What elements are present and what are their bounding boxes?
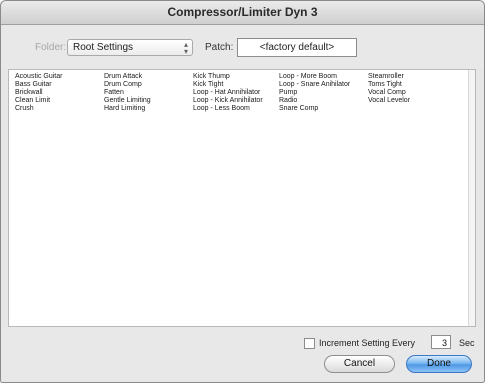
preset-item[interactable]: Loop - Hat Annihilator bbox=[193, 89, 263, 97]
stepper-arrows-icon: ▴ ▾ bbox=[183, 40, 188, 56]
seconds-unit-label: Sec bbox=[459, 338, 475, 348]
preset-column-2: Drum Attack Drum Comp Fatten Gentle Limi… bbox=[104, 73, 151, 113]
preset-item[interactable]: Loop - Less Boom bbox=[193, 105, 263, 113]
toolbar: Folder: Root Settings ▴ ▾ Patch: <factory… bbox=[1, 25, 484, 69]
dialog-footer: Increment Setting Every 3 Sec Cancel Don… bbox=[1, 327, 484, 382]
done-button[interactable]: Done bbox=[406, 355, 472, 373]
preset-item[interactable]: Clean Limit bbox=[15, 97, 62, 105]
compressor-limiter-window: Compressor/Limiter Dyn 3 Folder: Root Se… bbox=[0, 0, 485, 383]
preset-item[interactable]: Vocal Levelor bbox=[368, 97, 410, 105]
preset-item[interactable]: Crush bbox=[15, 105, 62, 113]
patch-field[interactable]: <factory default> bbox=[237, 38, 357, 57]
preset-item[interactable]: Brickwall bbox=[15, 89, 62, 97]
increment-label: Increment Setting Every bbox=[319, 338, 416, 348]
preset-item[interactable]: Bass Guitar bbox=[15, 81, 62, 89]
preset-item[interactable]: Hard Limiting bbox=[104, 105, 151, 113]
window-title: Compressor/Limiter Dyn 3 bbox=[1, 1, 484, 25]
preset-item[interactable]: Pump bbox=[279, 89, 350, 97]
preset-item[interactable]: Toms Tight bbox=[368, 81, 410, 89]
preset-item[interactable]: Radio bbox=[279, 97, 350, 105]
vertical-scrollbar[interactable] bbox=[468, 70, 475, 326]
preset-item[interactable]: Kick Tight bbox=[193, 81, 263, 89]
preset-item[interactable]: Drum Attack bbox=[104, 73, 151, 81]
preset-column-5: Steamroller Toms Tight Vocal Comp Vocal … bbox=[368, 73, 410, 105]
preset-item[interactable]: Gentle Limiting bbox=[104, 97, 151, 105]
preset-list: Acoustic Guitar Bass Guitar Brickwall Cl… bbox=[8, 69, 476, 327]
patch-label: Patch: bbox=[205, 42, 234, 53]
seconds-field[interactable]: 3 bbox=[431, 335, 451, 349]
preset-column-3: Kick Thump Kick Tight Loop - Hat Annihil… bbox=[193, 73, 263, 113]
preset-item[interactable]: Vocal Comp bbox=[368, 89, 410, 97]
preset-item[interactable]: Steamroller bbox=[368, 73, 410, 81]
preset-item[interactable]: Snare Comp bbox=[279, 105, 350, 113]
folder-select-value: Root Settings bbox=[73, 42, 134, 53]
folder-label: Folder: bbox=[35, 42, 67, 53]
preset-item[interactable]: Acoustic Guitar bbox=[15, 73, 62, 81]
preset-item[interactable]: Fatten bbox=[104, 89, 151, 97]
preset-item[interactable]: Drum Comp bbox=[104, 81, 151, 89]
preset-item[interactable]: Kick Thump bbox=[193, 73, 263, 81]
preset-column-4: Loop - More Boom Loop - Snare Anihilator… bbox=[279, 73, 350, 113]
preset-column-1: Acoustic Guitar Bass Guitar Brickwall Cl… bbox=[15, 73, 62, 113]
preset-item[interactable]: Loop - Snare Anihilator bbox=[279, 81, 350, 89]
cancel-button[interactable]: Cancel bbox=[324, 355, 395, 373]
folder-select[interactable]: Root Settings ▴ ▾ bbox=[67, 39, 193, 56]
preset-item[interactable]: Loop - More Boom bbox=[279, 73, 350, 81]
preset-item[interactable]: Loop - Kick Annihilator bbox=[193, 97, 263, 105]
increment-checkbox[interactable] bbox=[304, 338, 315, 349]
